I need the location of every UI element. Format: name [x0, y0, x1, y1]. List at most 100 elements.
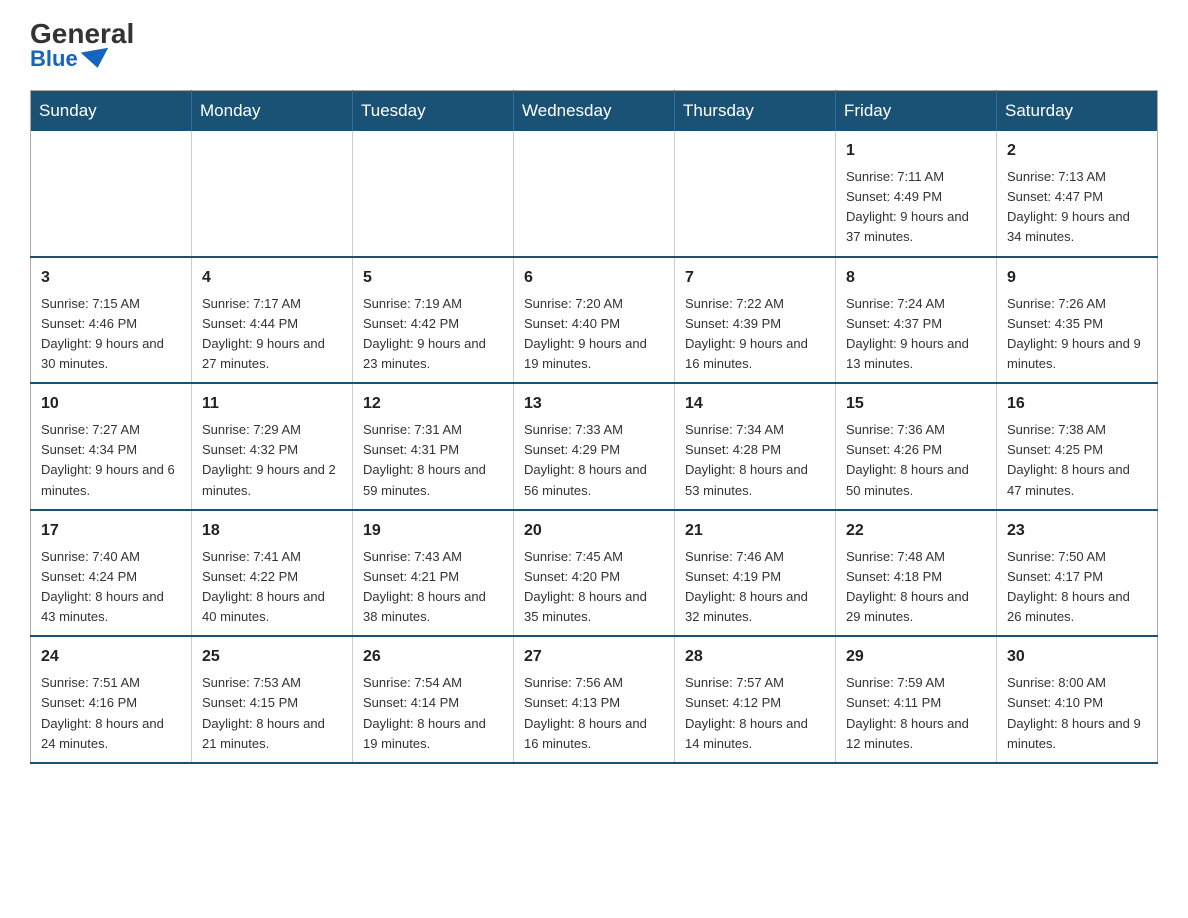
- calendar-table: SundayMondayTuesdayWednesdayThursdayFrid…: [30, 90, 1158, 764]
- calendar-cell: 14Sunrise: 7:34 AM Sunset: 4:28 PM Dayli…: [675, 383, 836, 510]
- day-info: Sunrise: 7:36 AM Sunset: 4:26 PM Dayligh…: [846, 420, 986, 501]
- logo-triangle-icon: [80, 48, 111, 71]
- day-number: 25: [202, 645, 342, 669]
- logo-general-text: General: [30, 20, 134, 48]
- day-info: Sunrise: 7:29 AM Sunset: 4:32 PM Dayligh…: [202, 420, 342, 501]
- day-info: Sunrise: 7:40 AM Sunset: 4:24 PM Dayligh…: [41, 547, 181, 628]
- day-number: 6: [524, 266, 664, 290]
- weekday-header-tuesday: Tuesday: [353, 91, 514, 132]
- day-info: Sunrise: 7:43 AM Sunset: 4:21 PM Dayligh…: [363, 547, 503, 628]
- day-info: Sunrise: 7:33 AM Sunset: 4:29 PM Dayligh…: [524, 420, 664, 501]
- calendar-cell: [192, 131, 353, 257]
- day-info: Sunrise: 7:34 AM Sunset: 4:28 PM Dayligh…: [685, 420, 825, 501]
- day-number: 4: [202, 266, 342, 290]
- logo-blue-label: Blue: [30, 48, 78, 70]
- day-info: Sunrise: 7:27 AM Sunset: 4:34 PM Dayligh…: [41, 420, 181, 501]
- day-number: 22: [846, 519, 986, 543]
- day-info: Sunrise: 7:31 AM Sunset: 4:31 PM Dayligh…: [363, 420, 503, 501]
- day-info: Sunrise: 7:59 AM Sunset: 4:11 PM Dayligh…: [846, 673, 986, 754]
- day-number: 29: [846, 645, 986, 669]
- calendar-cell: 1 Sunrise: 7:11 AM Sunset: 4:49 PM Daylig…: [836, 131, 997, 257]
- day-number: 26: [363, 645, 503, 669]
- day-info: Sunrise: 7:13 AM Sunset: 4:47 PM Dayligh…: [1007, 167, 1147, 248]
- day-info: Sunrise: 7:45 AM Sunset: 4:20 PM Dayligh…: [524, 547, 664, 628]
- calendar-cell: 10 Sunrise: 7:27 AM Sunset: 4:34 PM Dayli…: [31, 383, 192, 510]
- day-number: 18: [202, 519, 342, 543]
- day-number: 23: [1007, 519, 1147, 543]
- day-info: Sunrise: 7:41 AM Sunset: 4:22 PM Dayligh…: [202, 547, 342, 628]
- calendar-cell: 22 Sunrise: 7:48 AM Sunset: 4:18 PM Dayli…: [836, 510, 997, 637]
- calendar-week-4: 17 Sunrise: 7:40 AM Sunset: 4:24 PM Dayli…: [31, 510, 1158, 637]
- day-number: 30: [1007, 645, 1147, 669]
- day-info: Sunrise: 7:22 AM Sunset: 4:39 PM Dayligh…: [685, 294, 825, 375]
- calendar-cell: 16Sunrise: 7:38 AM Sunset: 4:25 PM Dayli…: [997, 383, 1158, 510]
- day-number: 9: [1007, 266, 1147, 290]
- day-number: 20: [524, 519, 664, 543]
- calendar-cell: 28Sunrise: 7:57 AM Sunset: 4:12 PM Dayli…: [675, 636, 836, 763]
- logo: General Blue: [30, 20, 134, 70]
- calendar-cell: 11 Sunrise: 7:29 AM Sunset: 4:32 PM Dayli…: [192, 383, 353, 510]
- calendar-cell: 23 Sunrise: 7:50 AM Sunset: 4:17 PM Dayli…: [997, 510, 1158, 637]
- weekday-header-sunday: Sunday: [31, 91, 192, 132]
- day-number: 1: [846, 139, 986, 163]
- calendar-cell: [675, 131, 836, 257]
- weekday-header-saturday: Saturday: [997, 91, 1158, 132]
- day-info: Sunrise: 7:24 AM Sunset: 4:37 PM Dayligh…: [846, 294, 986, 375]
- day-number: 10: [41, 392, 181, 416]
- calendar-cell: 18 Sunrise: 7:41 AM Sunset: 4:22 PM Dayli…: [192, 510, 353, 637]
- day-info: Sunrise: 7:57 AM Sunset: 4:12 PM Dayligh…: [685, 673, 825, 754]
- day-info: Sunrise: 7:19 AM Sunset: 4:42 PM Dayligh…: [363, 294, 503, 375]
- day-number: 8: [846, 266, 986, 290]
- calendar-cell: 26 Sunrise: 7:54 AM Sunset: 4:14 PM Dayli…: [353, 636, 514, 763]
- weekday-header-row: SundayMondayTuesdayWednesdayThursdayFrid…: [31, 91, 1158, 132]
- day-number: 27: [524, 645, 664, 669]
- calendar-week-1: 1 Sunrise: 7:11 AM Sunset: 4:49 PM Daylig…: [31, 131, 1158, 257]
- calendar-cell: 25 Sunrise: 7:53 AM Sunset: 4:15 PM Dayli…: [192, 636, 353, 763]
- day-number: 21: [685, 519, 825, 543]
- calendar-cell: 12 Sunrise: 7:31 AM Sunset: 4:31 PM Dayli…: [353, 383, 514, 510]
- day-info: Sunrise: 7:15 AM Sunset: 4:46 PM Dayligh…: [41, 294, 181, 375]
- day-number: 13: [524, 392, 664, 416]
- day-number: 7: [685, 266, 825, 290]
- calendar-week-3: 10 Sunrise: 7:27 AM Sunset: 4:34 PM Dayli…: [31, 383, 1158, 510]
- day-info: Sunrise: 7:54 AM Sunset: 4:14 PM Dayligh…: [363, 673, 503, 754]
- day-number: 11: [202, 392, 342, 416]
- calendar-cell: 21 Sunrise: 7:46 AM Sunset: 4:19 PM Dayli…: [675, 510, 836, 637]
- day-info: Sunrise: 7:46 AM Sunset: 4:19 PM Dayligh…: [685, 547, 825, 628]
- weekday-header-friday: Friday: [836, 91, 997, 132]
- day-info: Sunrise: 7:20 AM Sunset: 4:40 PM Dayligh…: [524, 294, 664, 375]
- day-number: 15: [846, 392, 986, 416]
- page-header: General Blue: [30, 20, 1158, 70]
- calendar-cell: 24Sunrise: 7:51 AM Sunset: 4:16 PM Dayli…: [31, 636, 192, 763]
- day-info: Sunrise: 7:50 AM Sunset: 4:17 PM Dayligh…: [1007, 547, 1147, 628]
- day-number: 19: [363, 519, 503, 543]
- calendar-week-5: 24Sunrise: 7:51 AM Sunset: 4:16 PM Dayli…: [31, 636, 1158, 763]
- day-number: 12: [363, 392, 503, 416]
- day-info: Sunrise: 7:48 AM Sunset: 4:18 PM Dayligh…: [846, 547, 986, 628]
- day-info: Sunrise: 7:53 AM Sunset: 4:15 PM Dayligh…: [202, 673, 342, 754]
- calendar-cell: 4Sunrise: 7:17 AM Sunset: 4:44 PM Daylig…: [192, 257, 353, 384]
- calendar-cell: 20 Sunrise: 7:45 AM Sunset: 4:20 PM Dayli…: [514, 510, 675, 637]
- day-number: 17: [41, 519, 181, 543]
- calendar-cell: 8 Sunrise: 7:24 AM Sunset: 4:37 PM Daylig…: [836, 257, 997, 384]
- calendar-cell: 17 Sunrise: 7:40 AM Sunset: 4:24 PM Dayli…: [31, 510, 192, 637]
- calendar-week-2: 3Sunrise: 7:15 AM Sunset: 4:46 PM Daylig…: [31, 257, 1158, 384]
- calendar-cell: 6 Sunrise: 7:20 AM Sunset: 4:40 PM Daylig…: [514, 257, 675, 384]
- calendar-body: 1 Sunrise: 7:11 AM Sunset: 4:49 PM Daylig…: [31, 131, 1158, 763]
- day-number: 2: [1007, 139, 1147, 163]
- logo-blue-text: Blue: [30, 48, 110, 70]
- calendar-cell: 2 Sunrise: 7:13 AM Sunset: 4:47 PM Daylig…: [997, 131, 1158, 257]
- calendar-cell: 3Sunrise: 7:15 AM Sunset: 4:46 PM Daylig…: [31, 257, 192, 384]
- calendar-cell: [31, 131, 192, 257]
- weekday-header-thursday: Thursday: [675, 91, 836, 132]
- day-info: Sunrise: 7:11 AM Sunset: 4:49 PM Dayligh…: [846, 167, 986, 248]
- calendar-cell: 29 Sunrise: 7:59 AM Sunset: 4:11 PM Dayli…: [836, 636, 997, 763]
- calendar-cell: [353, 131, 514, 257]
- calendar-cell: [514, 131, 675, 257]
- day-info: Sunrise: 7:26 AM Sunset: 4:35 PM Dayligh…: [1007, 294, 1147, 375]
- calendar-cell: 15 Sunrise: 7:36 AM Sunset: 4:26 PM Dayli…: [836, 383, 997, 510]
- calendar-cell: 19 Sunrise: 7:43 AM Sunset: 4:21 PM Dayli…: [353, 510, 514, 637]
- calendar-cell: 30Sunrise: 8:00 AM Sunset: 4:10 PM Dayli…: [997, 636, 1158, 763]
- day-info: Sunrise: 7:38 AM Sunset: 4:25 PM Dayligh…: [1007, 420, 1147, 501]
- weekday-header-wednesday: Wednesday: [514, 91, 675, 132]
